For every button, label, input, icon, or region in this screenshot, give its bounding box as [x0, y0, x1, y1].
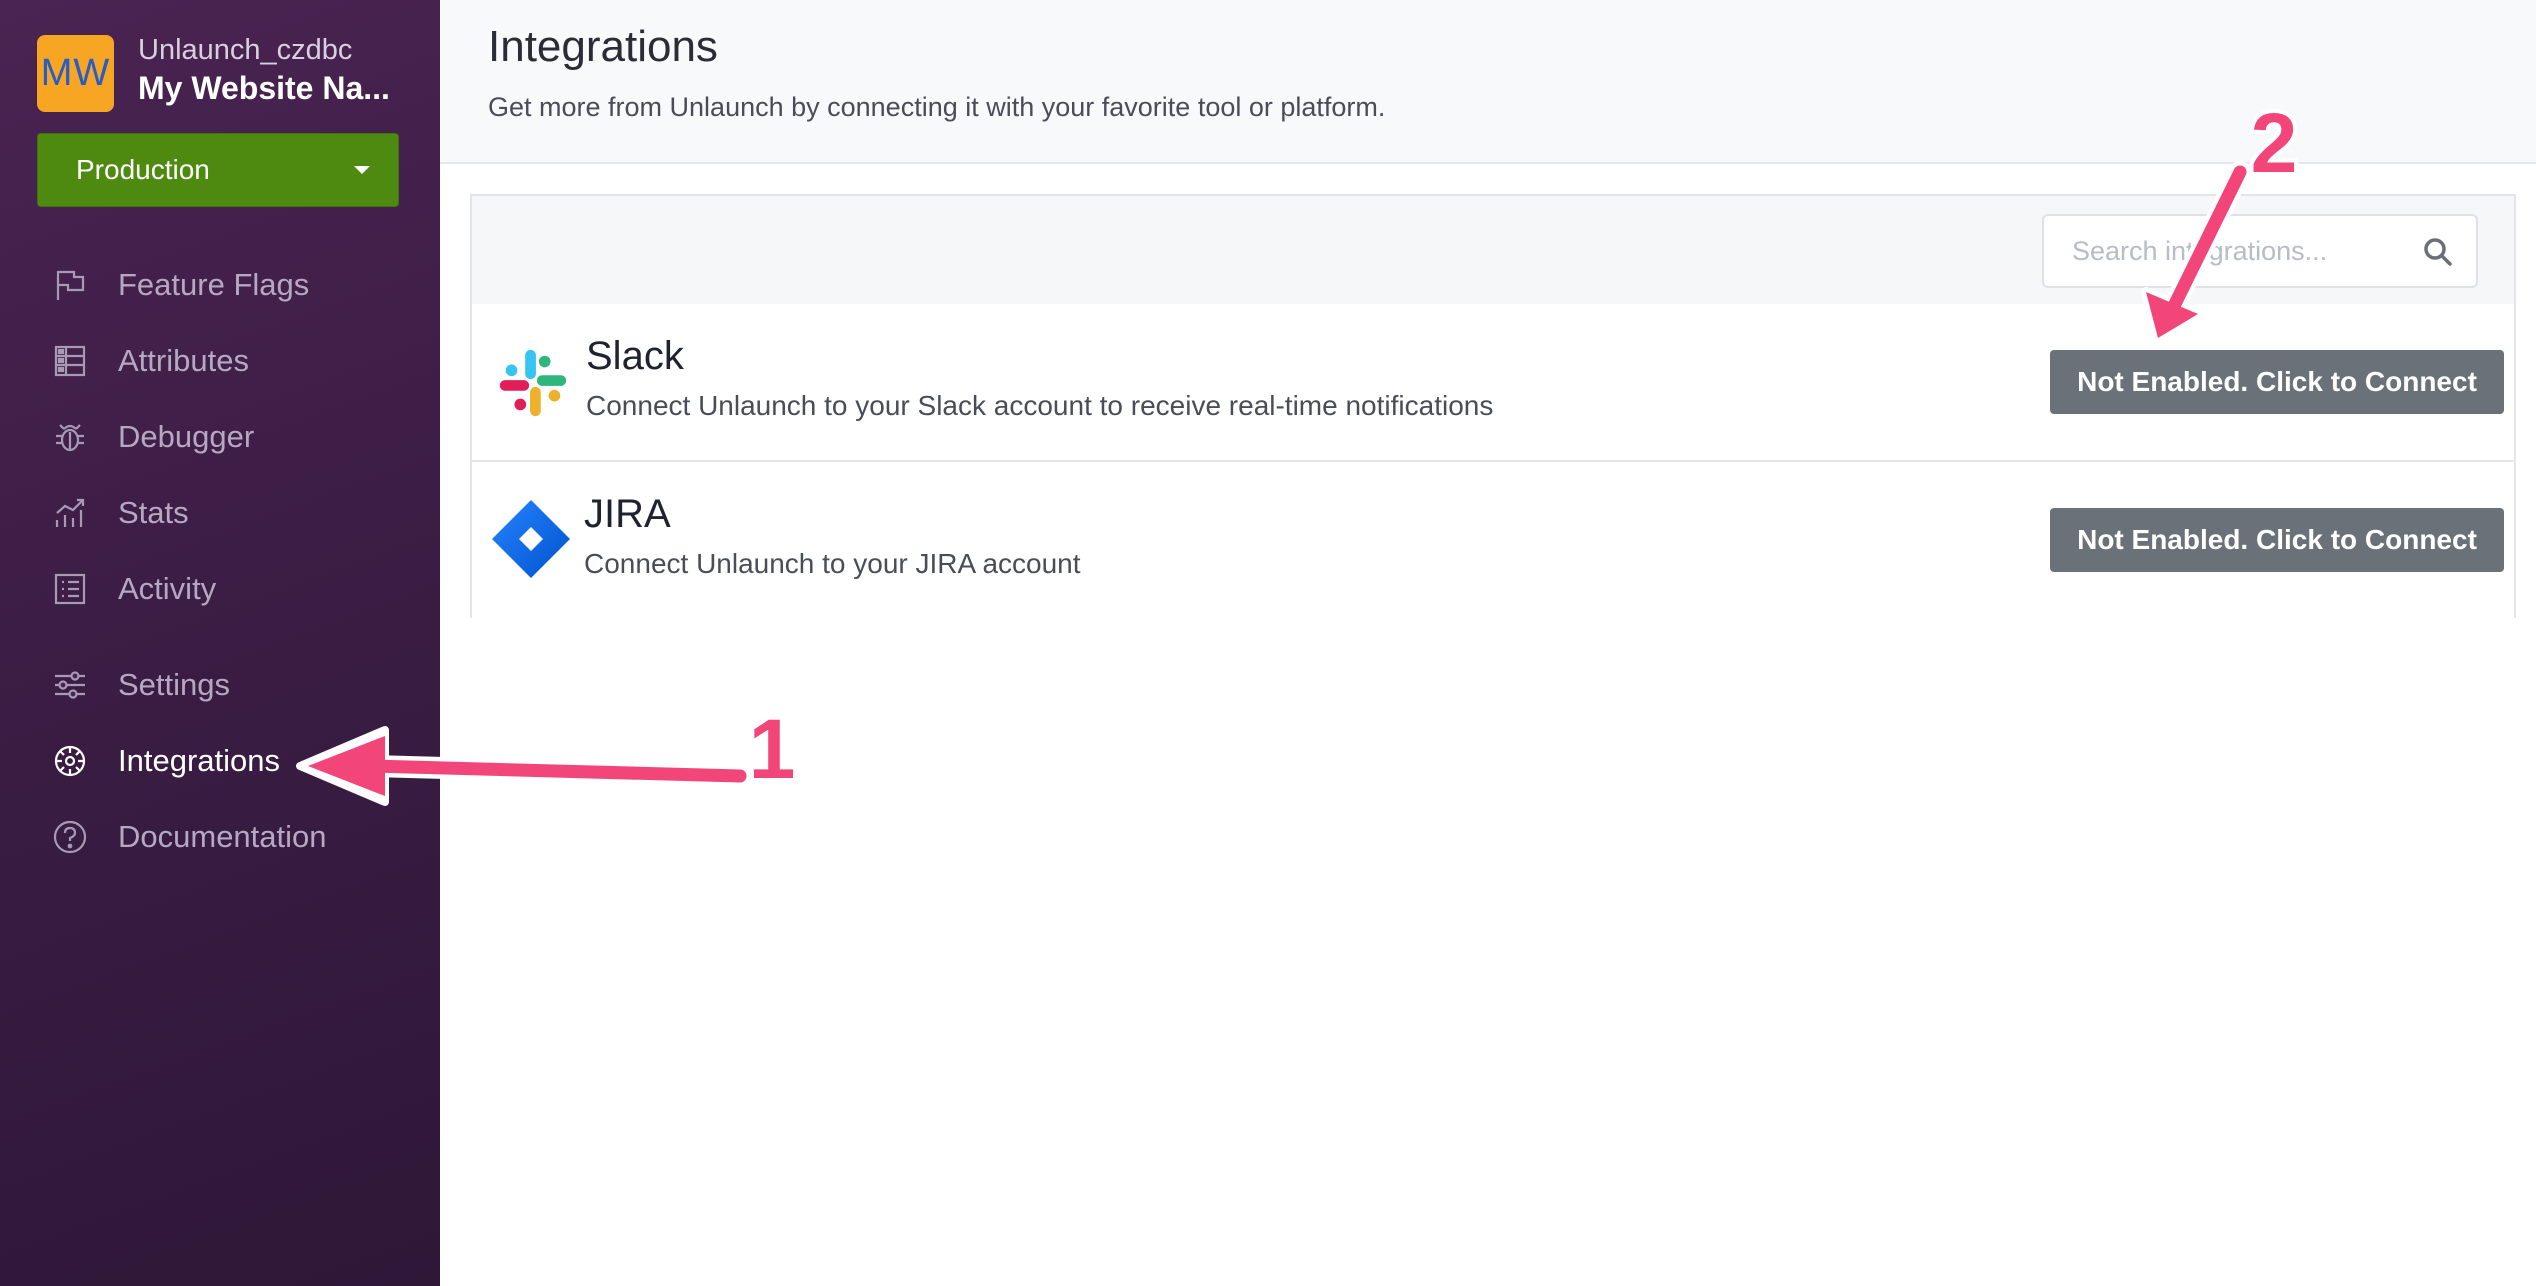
- search-box: [2042, 214, 2478, 288]
- jira-logo-icon: [490, 498, 570, 578]
- sidebar-item-label: Stats: [118, 495, 189, 530]
- annotation-number-1: 1: [749, 702, 796, 796]
- page-header: Integrations Get more from Unlaunch by c…: [440, 0, 2536, 164]
- list-icon: [48, 567, 92, 611]
- sidebar-item-stats[interactable]: Stats: [48, 483, 428, 543]
- sidebar-item-label: Feature Flags: [118, 267, 310, 302]
- jira-connect-button[interactable]: Not Enabled. Click to Connect: [2050, 508, 2504, 572]
- sidebar-item-integrations[interactable]: Integrations: [48, 731, 428, 791]
- integration-description: Connect Unlaunch to your JIRA account: [584, 548, 1081, 579]
- sidebar-item-label: Attributes: [118, 343, 249, 378]
- sidebar-item-documentation[interactable]: Documentation: [48, 807, 428, 867]
- page-subtitle: Get more from Unlaunch by connecting it …: [488, 92, 1386, 122]
- bug-icon: [48, 415, 92, 459]
- sidebar-item-label: Documentation: [118, 819, 327, 854]
- search-icon[interactable]: [2420, 234, 2456, 270]
- sidebar-item-debugger[interactable]: Debugger: [48, 407, 428, 467]
- sliders-icon: [48, 663, 92, 707]
- search-input[interactable]: [2044, 216, 2404, 286]
- slack-connect-button[interactable]: Not Enabled. Click to Connect: [2050, 350, 2504, 414]
- integration-row-slack: Slack Connect Unlaunch to your Slack acc…: [472, 304, 2514, 462]
- sidebar-item-label: Integrations: [118, 743, 280, 778]
- caret-down-icon: [354, 166, 370, 174]
- flag-icon: [48, 263, 92, 307]
- org-name: Unlaunch_czdbc: [138, 34, 353, 66]
- integration-name: JIRA: [584, 492, 671, 536]
- chart-icon: [48, 491, 92, 535]
- integration-description: Connect Unlaunch to your Slack account t…: [586, 390, 1494, 421]
- environment-dropdown[interactable]: Production: [37, 133, 399, 207]
- sidebar-item-label: Settings: [118, 667, 231, 702]
- integrations-panel: Slack Connect Unlaunch to your Slack acc…: [470, 194, 2516, 618]
- integrations-icon: [48, 739, 92, 783]
- environment-label: Production: [76, 154, 210, 185]
- sidebar: MW Unlaunch_czdbc My Website Na... Produ…: [0, 0, 440, 1286]
- project-initials: MW: [40, 52, 111, 94]
- help-icon: [48, 815, 92, 859]
- integration-name: Slack: [586, 334, 684, 378]
- sidebar-item-settings[interactable]: Settings: [48, 655, 428, 715]
- integration-row-jira: JIRA Connect Unlaunch to your JIRA accou…: [472, 462, 2514, 618]
- slack-logo-icon: [494, 344, 574, 424]
- sidebar-item-label: Activity: [118, 571, 217, 606]
- attributes-icon: [48, 339, 92, 383]
- page-title: Integrations: [488, 22, 718, 71]
- site-name[interactable]: My Website Na...: [138, 70, 390, 107]
- sidebar-item-feature-flags[interactable]: Feature Flags: [48, 255, 428, 315]
- project-avatar[interactable]: MW: [37, 35, 114, 112]
- panel-toolbar: [472, 196, 2514, 306]
- sidebar-item-attributes[interactable]: Attributes: [48, 331, 428, 391]
- sidebar-item-activity[interactable]: Activity: [48, 559, 428, 619]
- sidebar-item-label: Debugger: [118, 419, 255, 454]
